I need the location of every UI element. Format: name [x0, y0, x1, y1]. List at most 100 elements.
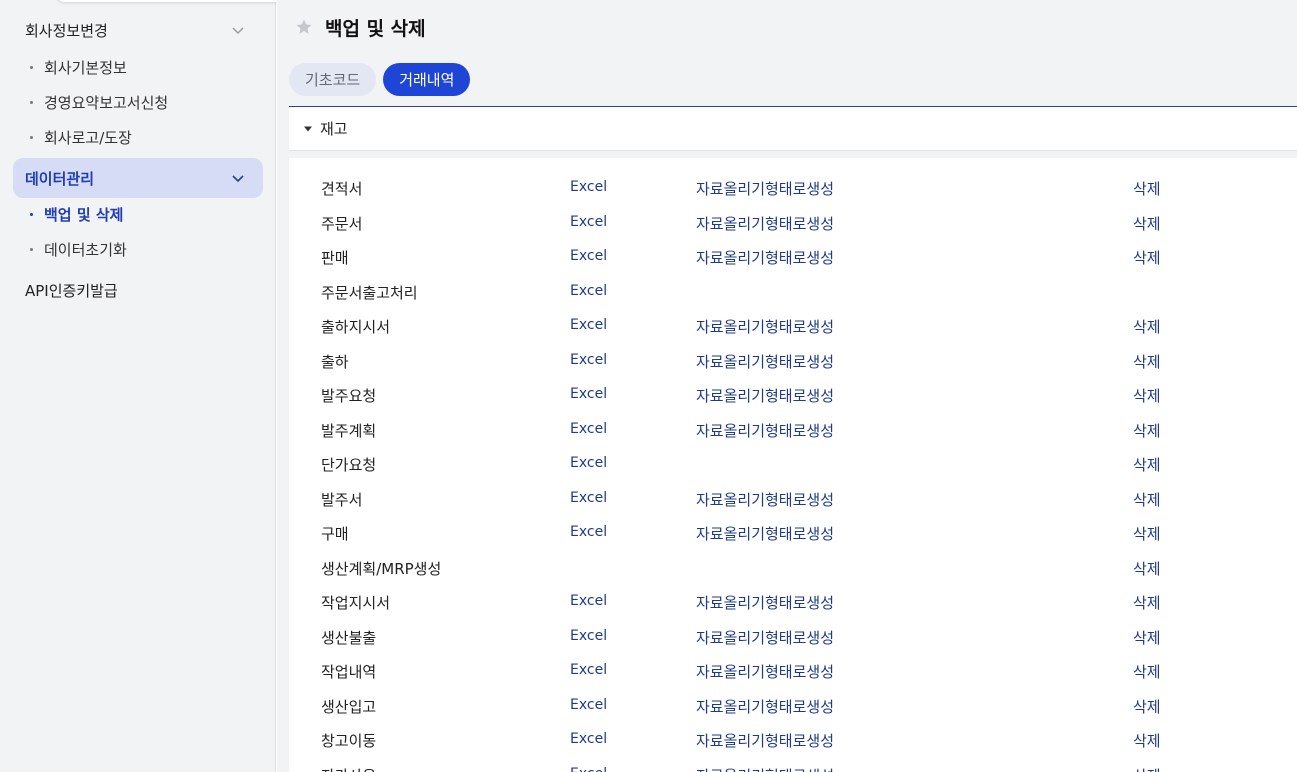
table-row: 발주계획 Excel 자료올리기형태로생성 삭제 — [289, 412, 1297, 446]
delete-link[interactable]: 삭제 — [1133, 178, 1161, 199]
sidebar-item-label: API인증키발급 — [25, 281, 118, 300]
excel-download-link[interactable]: Excel — [570, 214, 607, 230]
excel-download-link[interactable]: Excel — [570, 490, 607, 506]
row-name: 단가요청 — [321, 456, 377, 474]
excel-download-link[interactable]: Excel — [570, 662, 607, 678]
excel-download-link[interactable]: Excel — [570, 697, 607, 713]
chevron-down-icon — [232, 27, 244, 34]
upload-form-create-link[interactable]: 자료올리기형태로생성 — [696, 661, 834, 682]
page-title: 백업 및 삭제 — [325, 17, 426, 40]
table-row: 구매 Excel 자료올리기형태로생성 삭제 — [289, 515, 1297, 549]
tab-transactions[interactable]: 거래내역 — [383, 63, 471, 96]
delete-link[interactable]: 삭제 — [1133, 696, 1161, 717]
delete-link[interactable]: 삭제 — [1133, 454, 1161, 475]
upload-form-create-link[interactable]: 자료올리기형태로생성 — [696, 696, 834, 717]
upload-form-create-link[interactable]: 자료올리기형태로생성 — [696, 247, 834, 268]
table-row: 견적서 Excel 자료올리기형태로생성 삭제 — [289, 170, 1297, 204]
upload-form-create-link[interactable]: 자료올리기형태로생성 — [696, 213, 834, 234]
row-name: 주문서출고처리 — [321, 283, 418, 302]
upload-form-create-link[interactable]: 자료올리기형태로생성 — [696, 420, 834, 441]
bullet-icon — [30, 100, 33, 104]
upload-form-create-link[interactable]: 자료올리기형태로생성 — [696, 627, 834, 648]
delete-link[interactable]: 삭제 — [1133, 627, 1161, 648]
delete-link[interactable]: 삭제 — [1133, 592, 1161, 613]
upload-form-create-link[interactable]: 자료올리기형태로생성 — [696, 316, 834, 337]
sidebar-group-label: 데이터관리 — [25, 169, 95, 188]
sidebar-item-company-basic[interactable]: 회사기본정보 — [30, 53, 127, 81]
delete-link[interactable]: 삭제 — [1133, 661, 1161, 682]
excel-download-link[interactable]: Excel — [570, 317, 607, 333]
excel-download-link[interactable]: Excel — [570, 248, 607, 264]
bullet-icon — [30, 247, 33, 251]
upload-form-create-link[interactable]: 자료올리기형태로생성 — [696, 730, 834, 751]
section-toggle-inventory[interactable]: 재고 — [289, 107, 1297, 151]
delete-link[interactable]: 삭제 — [1133, 489, 1161, 510]
excel-download-link[interactable]: Excel — [570, 386, 607, 402]
row-name: 작업내역 — [321, 663, 377, 681]
table-row: 작업지시서 Excel 자료올리기형태로생성 삭제 — [289, 584, 1297, 618]
tab-basic-code[interactable]: 기초코드 — [289, 63, 377, 96]
excel-download-link[interactable]: Excel — [570, 628, 607, 644]
delete-link[interactable]: 삭제 — [1133, 558, 1161, 579]
table-row: 생산계획/MRP생성 삭제 — [289, 550, 1297, 584]
sidebar-item-data-reset[interactable]: 데이터초기화 — [30, 235, 127, 263]
delete-link[interactable]: 삭제 — [1133, 351, 1161, 372]
upload-form-create-link[interactable]: 자료올리기형태로생성 — [696, 178, 834, 199]
delete-link[interactable]: 삭제 — [1133, 730, 1161, 751]
excel-download-link[interactable]: Excel — [570, 179, 607, 195]
upload-form-create-link[interactable]: 자료올리기형태로생성 — [696, 523, 834, 544]
row-name: 구매 — [321, 525, 349, 543]
table-row: 생산불출 Excel 자료올리기형태로생성 삭제 — [289, 619, 1297, 653]
upload-form-create-link[interactable]: 자료올리기형태로생성 — [696, 489, 834, 510]
delete-link[interactable]: 삭제 — [1133, 765, 1161, 772]
excel-download-link[interactable]: Excel — [570, 352, 607, 368]
row-name: 견적서 — [321, 180, 363, 198]
delete-link[interactable]: 삭제 — [1133, 247, 1161, 268]
excel-download-link[interactable]: Excel — [570, 455, 607, 471]
table-row: 창고이동 Excel 자료올리기형태로생성 삭제 — [289, 722, 1297, 756]
sidebar-group-data-management[interactable]: 데이터관리 — [13, 158, 263, 198]
bullet-icon — [30, 135, 33, 139]
delete-link[interactable]: 삭제 — [1133, 385, 1161, 406]
sidebar-item-backup-delete[interactable]: 백업 및 삭제 — [30, 200, 123, 228]
app-window: 회사정보변경 회사기본정보 경영요약보고서신청 회사로고/도장 데이터관리 백업… — [0, 0, 1297, 772]
main-content: 백업 및 삭제 기초코드 거래내역 재고 견적서 Excel 자료올리기형태로생성 삭… — [277, 0, 1297, 772]
sidebar-item-api-key[interactable]: API인증키발급 — [25, 276, 118, 304]
sidebar-item-label: 회사기본정보 — [44, 58, 127, 77]
upload-form-create-link[interactable]: 자료올리기형태로생성 — [696, 385, 834, 406]
table-row: 단가요청 Excel 삭제 — [289, 446, 1297, 480]
star-icon[interactable] — [295, 18, 313, 36]
row-name: 주문서 — [321, 214, 363, 233]
sidebar-item-label: 회사로고/도장 — [44, 128, 132, 147]
excel-download-link[interactable]: Excel — [570, 766, 607, 772]
row-name: 자가사용 — [321, 765, 376, 772]
excel-download-link[interactable]: Excel — [570, 524, 607, 540]
tab-bar: 기초코드 거래내역 — [289, 63, 471, 96]
bullet-icon — [30, 212, 33, 216]
row-name: 판매 — [321, 249, 349, 267]
table-row: 출하 Excel 자료올리기형태로생성 삭제 — [289, 343, 1297, 377]
sidebar-item-company-logo[interactable]: 회사로고/도장 — [30, 123, 132, 151]
row-name: 작업지시서 — [321, 594, 391, 612]
delete-link[interactable]: 삭제 — [1133, 213, 1161, 234]
sidebar-group-company-info[interactable]: 회사정보변경 — [13, 10, 263, 50]
delete-link[interactable]: 삭제 — [1133, 420, 1161, 441]
table-row: 주문서출고처리 Excel — [289, 274, 1297, 308]
sidebar-item-label: 백업 및 삭제 — [44, 205, 124, 224]
excel-download-link[interactable]: Excel — [570, 421, 607, 437]
excel-download-link[interactable]: Excel — [570, 593, 607, 609]
table-row: 주문서 Excel 자료올리기형태로생성 삭제 — [289, 205, 1297, 239]
sidebar: 회사정보변경 회사기본정보 경영요약보고서신청 회사로고/도장 데이터관리 백업… — [0, 0, 667, 772]
upload-form-create-link[interactable]: 자료올리기형태로생성 — [696, 351, 834, 372]
delete-link[interactable]: 삭제 — [1133, 523, 1161, 544]
table-row: 발주요청 Excel 자료올리기형태로생성 삭제 — [289, 377, 1297, 411]
row-name: 창고이동 — [321, 732, 377, 750]
sidebar-item-management-report[interactable]: 경영요약보고서신청 — [30, 88, 168, 116]
sidebar-group-label: 회사정보변경 — [25, 21, 108, 40]
delete-link[interactable]: 삭제 — [1133, 316, 1161, 337]
excel-download-link[interactable]: Excel — [570, 283, 607, 299]
excel-download-link[interactable]: Excel — [570, 731, 607, 747]
row-name: 발주계획 — [321, 421, 377, 440]
upload-form-create-link[interactable]: 자료올리기형태로생성 — [696, 592, 834, 613]
upload-form-create-link[interactable]: 자료올리기형태로생성 — [696, 765, 834, 772]
